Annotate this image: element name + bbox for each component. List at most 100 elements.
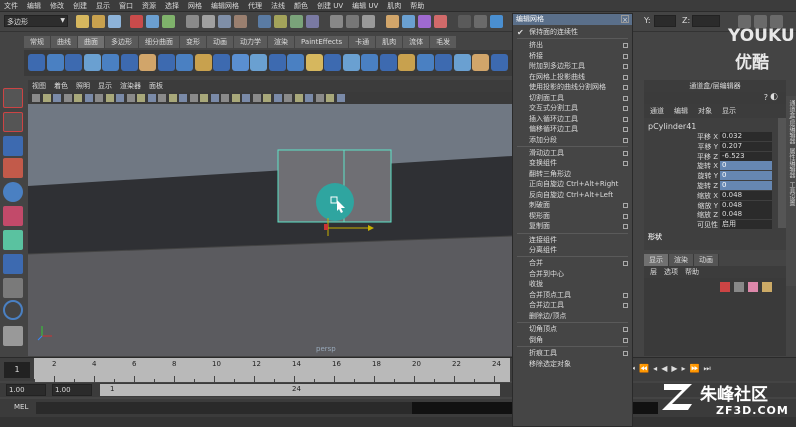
shelf-tool-icon[interactable]: [65, 54, 82, 71]
soft-mod-icon[interactable]: [3, 254, 23, 274]
attribute-value[interactable]: 0: [720, 181, 772, 190]
attribute-row[interactable]: 平移 X 0.032: [644, 132, 776, 142]
attribute-row[interactable]: 平移 Y 0.207: [644, 141, 776, 152]
option-box-icon[interactable]: [623, 74, 628, 80]
popup-menu-item[interactable]: 折痕工具: [513, 348, 632, 359]
popup-title[interactable]: 编辑网格: [513, 14, 632, 25]
popup-menu-item[interactable]: 附加到多边形工具: [513, 61, 632, 72]
time-ruler[interactable]: 2 4 6 8 10 12 14 16 18 20 22 24: [34, 358, 510, 382]
option-box-icon[interactable]: [623, 137, 628, 143]
panel-tool-icon[interactable]: [63, 94, 72, 102]
shelf-tab[interactable]: 常规: [24, 36, 51, 48]
shelf-tool-icon[interactable]: [435, 54, 452, 71]
panel-tool-icon[interactable]: [252, 94, 261, 102]
menu-item[interactable]: 颜色: [294, 1, 308, 11]
shelf-tool-icon[interactable]: [379, 54, 397, 71]
option-box-icon[interactable]: [623, 203, 628, 209]
panel-tool-icon[interactable]: [231, 94, 240, 102]
popup-menu-item[interactable]: 刺破面: [513, 200, 632, 211]
option-box-icon[interactable]: [623, 337, 628, 343]
attribute-value[interactable]: 0.048: [720, 200, 772, 210]
shelf-tool-icon[interactable]: [120, 54, 138, 71]
option-box-icon[interactable]: [623, 53, 628, 59]
option-box-icon[interactable]: [623, 127, 628, 133]
history-icon[interactable]: [258, 15, 271, 28]
panel-tool-icon[interactable]: [242, 94, 250, 102]
attribute-value[interactable]: 0.032: [720, 132, 772, 141]
menu-item[interactable]: 肌肉: [387, 1, 401, 11]
popup-menu-item[interactable]: 反向自旋边 Ctrl+Alt+Left: [513, 190, 632, 201]
close-icon[interactable]: ×: [621, 15, 629, 24]
popup-menu-item[interactable]: 滑动边工具: [513, 148, 632, 159]
popup-menu-item[interactable]: 合并边工具: [513, 300, 632, 311]
panel-tool-icon[interactable]: [273, 94, 282, 102]
object-name[interactable]: pCylinder41: [648, 122, 696, 131]
go-end-icon[interactable]: ⏭: [703, 364, 710, 376]
option-box-icon[interactable]: [623, 150, 628, 156]
shelf-tab[interactable]: 卡通: [349, 36, 377, 48]
panel-tool-icon[interactable]: [200, 94, 208, 102]
layer-option-icon[interactable]: [734, 282, 744, 292]
z-field[interactable]: [692, 15, 720, 27]
popup-menu-item[interactable]: 合并: [513, 258, 632, 269]
shelf-tool-icon[interactable]: [213, 54, 230, 71]
shelf-tool-icon[interactable]: [157, 54, 175, 71]
panel-tool-icon[interactable]: [221, 94, 229, 102]
popup-menu-item[interactable]: 分离组件: [513, 245, 632, 256]
layer-menu-item[interactable]: 帮助: [685, 266, 699, 278]
shelf-tab[interactable]: 肌肉: [376, 36, 404, 48]
menu-item[interactable]: 修改: [50, 1, 64, 11]
save-scene-icon[interactable]: [108, 15, 121, 28]
attribute-value[interactable]: 启用: [720, 220, 772, 230]
panel-tool-icon[interactable]: [189, 94, 198, 102]
poly-count-icon[interactable]: [490, 15, 503, 28]
option-box-icon[interactable]: [623, 116, 628, 122]
popup-menu-item[interactable]: 插入循环边工具: [513, 114, 632, 125]
shapes-label[interactable]: 形状: [648, 232, 662, 242]
popup-menu-item[interactable]: 合并顶点工具: [513, 290, 632, 301]
shelf-tool-icon[interactable]: [231, 54, 249, 71]
panel-tool-icon[interactable]: [105, 94, 114, 102]
shelf-tool-icon[interactable]: [268, 54, 286, 71]
popup-menu-item[interactable]: ✔ 保持面的连续性: [513, 27, 632, 38]
attribute-row[interactable]: 旋转 X0: [644, 161, 776, 171]
popup-menu-item[interactable]: 挤出: [513, 40, 632, 51]
select-object-icon[interactable]: [146, 15, 159, 28]
layer-add-icon[interactable]: [762, 282, 772, 292]
shelf-tool-icon[interactable]: [342, 54, 360, 71]
snap-grid-icon[interactable]: [186, 15, 199, 28]
snap-curve-icon[interactable]: [202, 15, 215, 28]
shelf-tab[interactable]: 动力学: [234, 36, 268, 48]
panel-tool-icon[interactable]: [315, 94, 324, 102]
panel-tool-icon[interactable]: [32, 94, 40, 102]
shelf-tab[interactable]: 细分曲面: [139, 36, 180, 48]
option-box-icon[interactable]: [623, 43, 628, 49]
popup-menu-item[interactable]: 变换组件: [513, 158, 632, 169]
popup-menu-item[interactable]: 收拢: [513, 279, 632, 290]
popup-menu-item[interactable]: 翻转三角形边: [513, 169, 632, 180]
graph-editor-icon[interactable]: [418, 15, 431, 28]
popup-menu-item[interactable]: 添加分段: [513, 135, 632, 146]
open-scene-icon[interactable]: [92, 15, 105, 28]
shelf-tab[interactable]: 毛发: [430, 36, 458, 48]
popup-menu-item[interactable]: 合并到中心: [513, 269, 632, 280]
channel-scrollbar[interactable]: [778, 118, 786, 228]
step-back-icon[interactable]: ⏪: [639, 364, 649, 376]
play-back-icon[interactable]: ◀: [661, 364, 667, 376]
layer-tab[interactable]: 动画: [694, 254, 719, 266]
menu-item[interactable]: 编辑: [27, 1, 41, 11]
menu-item[interactable]: 网格: [188, 1, 202, 11]
layer-tab[interactable]: 显示: [644, 254, 669, 266]
shelf-tool-icon[interactable]: [250, 54, 267, 71]
step-forward-icon[interactable]: ⏩: [690, 364, 700, 376]
attribute-value[interactable]: 0.048: [720, 190, 772, 200]
popup-menu-item[interactable]: 连接组件: [513, 235, 632, 246]
option-box-icon[interactable]: [623, 303, 628, 309]
new-scene-icon[interactable]: [76, 15, 89, 28]
help-icon[interactable]: ?: [764, 93, 768, 102]
panel-menu-item[interactable]: 着色: [54, 80, 68, 92]
popup-menu-item[interactable]: 切角顶点: [513, 324, 632, 335]
transform-icon[interactable]: [346, 15, 359, 28]
menu-item[interactable]: 帮助: [410, 1, 424, 11]
next-key-icon[interactable]: ▸: [682, 364, 686, 376]
